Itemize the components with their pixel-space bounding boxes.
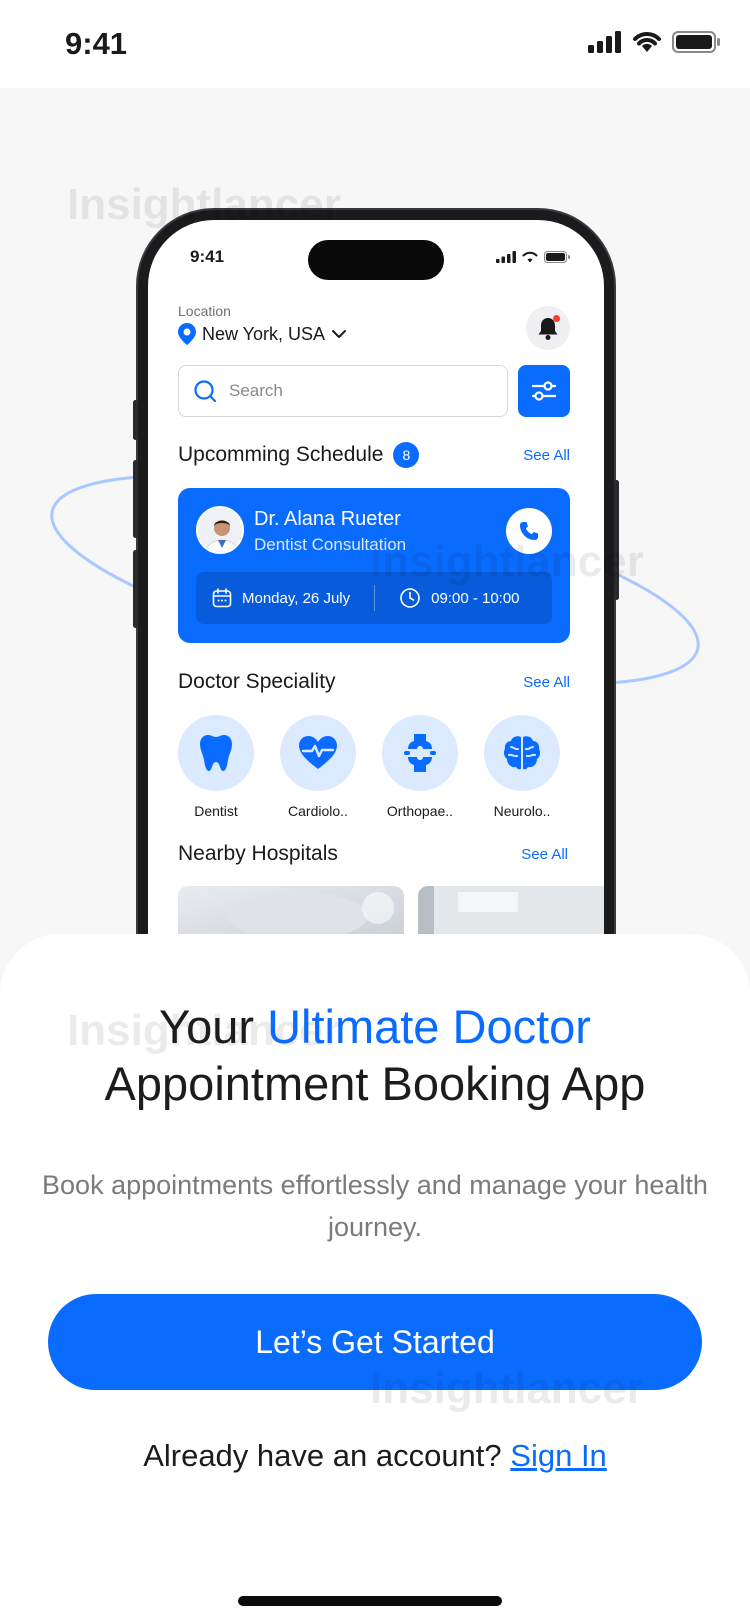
schedule-datetime-bar: Monday, 26 July 09:00 - 10:00 <box>196 572 552 624</box>
schedule-date: Monday, 26 July <box>196 588 350 608</box>
get-started-button[interactable]: Let’s Get Started <box>48 1294 702 1390</box>
brain-icon <box>503 736 541 770</box>
speciality-title-text: Doctor Speciality <box>178 670 336 693</box>
search-icon <box>194 380 217 403</box>
phone-call-icon <box>520 522 538 540</box>
heart-pulse-icon <box>299 736 337 769</box>
schedule-title-text: Upcomming Schedule <box>178 443 384 466</box>
tooth-icon <box>200 735 232 771</box>
phone-power-button <box>614 480 619 600</box>
phone-battery-icon <box>544 251 570 263</box>
schedule-see-all-link[interactable]: See All <box>523 447 570 464</box>
bone-joint-icon <box>404 734 436 772</box>
speciality-see-all-link[interactable]: See All <box>523 674 570 691</box>
filter-sliders-icon <box>531 381 557 401</box>
onboarding-subtext: Book appointments effortlessly and manag… <box>42 1170 708 1242</box>
hospitals-see-all-link[interactable]: See All <box>521 846 568 863</box>
speciality-item-orthopaedics[interactable]: Orthopae.. <box>380 715 460 819</box>
search-placeholder: Search <box>229 381 283 400</box>
doctor-avatar-illustration <box>198 508 242 552</box>
speciality-icon-circle <box>484 715 560 791</box>
speciality-label: Orthopae.. <box>386 803 454 819</box>
onboarding-headline: Your Ultimate Doctor Appointment Booking… <box>0 998 750 1112</box>
signin-prompt: Already have an account? Sign In <box>0 1438 750 1474</box>
filter-button[interactable] <box>518 365 570 417</box>
headline-part1: Your <box>159 1000 268 1053</box>
dynamic-island <box>308 240 444 280</box>
schedule-time: 09:00 - 10:00 <box>399 587 520 609</box>
phone-volume-down <box>133 550 138 628</box>
speciality-label: Neurolo.. <box>493 803 551 819</box>
home-indicator[interactable] <box>238 1596 502 1606</box>
search-input[interactable]: Search <box>178 365 508 417</box>
onboarding-sheet: Insightlancer Your Ultimate Doctor Appoi… <box>0 934 750 1624</box>
speciality-icon-circle <box>382 715 458 791</box>
phone-volume-up <box>133 460 138 538</box>
signal-icon <box>588 31 621 53</box>
speciality-label: Dentist <box>194 803 238 819</box>
doctor-avatar <box>196 506 244 554</box>
speciality-icon-circle <box>280 715 356 791</box>
phone-status-time: 9:41 <box>190 247 225 266</box>
schedule-title: Upcomming Schedule 8 <box>178 442 420 468</box>
hospitals-title: Nearby Hospitals <box>178 842 338 866</box>
hospitals-title-text: Nearby Hospitals <box>178 842 338 865</box>
location-value: New York, USA <box>202 323 326 344</box>
location-pin-icon <box>178 323 196 345</box>
speciality-item-neurology[interactable]: Neurolo.. <box>482 715 562 819</box>
headline-part2: Appointment Booking App <box>104 1057 646 1110</box>
status-icons <box>588 31 720 53</box>
battery-icon <box>672 31 720 53</box>
speciality-item-dentist[interactable]: Dentist <box>176 715 256 819</box>
phone-signal-icon <box>496 251 516 263</box>
schedule-date-text: Monday, 26 July <box>242 589 351 607</box>
location-selector[interactable]: New York, USA <box>178 323 347 345</box>
location-label: Location <box>178 303 231 319</box>
speciality-label: Cardiolo.. <box>288 803 348 819</box>
status-bar: 9:41 <box>0 0 750 88</box>
signin-prompt-text: Already have an account? <box>143 1438 511 1473</box>
schedule-time-text: 09:00 - 10:00 <box>431 589 520 607</box>
call-button[interactable] <box>506 508 552 554</box>
speciality-icon-circle <box>178 715 254 791</box>
phone-status-icons <box>496 251 570 263</box>
notification-dot <box>553 315 560 322</box>
phone-side-button <box>133 400 138 440</box>
doctor-name: Dr. Alana Rueter <box>254 508 401 530</box>
speciality-item-cardiology[interactable]: Cardiolo.. <box>278 715 358 819</box>
notification-button[interactable] <box>526 306 570 350</box>
speciality-title: Doctor Speciality <box>178 670 336 694</box>
wifi-icon <box>633 32 661 52</box>
sign-in-link[interactable]: Sign In <box>510 1438 607 1473</box>
clock-icon <box>400 588 420 608</box>
schedule-card[interactable]: Dr. Alana Rueter Dentist Consultation Mo… <box>178 488 570 643</box>
status-time: 9:41 <box>65 26 128 61</box>
calendar-icon <box>212 588 232 608</box>
phone-wifi-icon <box>522 251 538 263</box>
headline-accent: Ultimate Doctor <box>267 1000 591 1053</box>
chevron-down-icon <box>332 330 347 338</box>
datetime-divider <box>374 585 376 611</box>
doctor-role: Dentist Consultation <box>254 535 407 554</box>
schedule-count-badge: 8 <box>393 442 420 468</box>
